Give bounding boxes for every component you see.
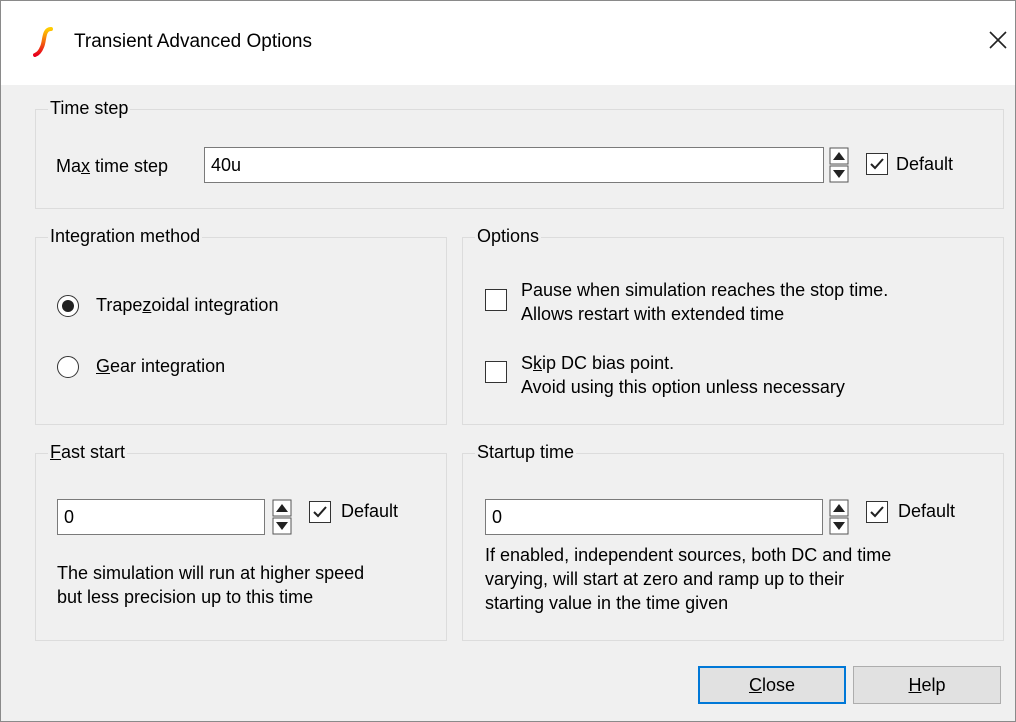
fast-start-spinner[interactable] [272,499,292,535]
fast-start-default-checkbox[interactable] [309,501,331,523]
checkmark-icon [870,506,884,518]
close-button-key: C [748,675,762,695]
trapezoidal-radio[interactable] [57,295,79,317]
title-bar: Transient Advanced Options [1,1,1015,85]
ltspice-icon [33,27,53,57]
gear-label[interactable]: Gear integration [96,356,225,377]
fast-start-input[interactable] [57,499,265,535]
skip-dc-line2: Avoid using this option unless necessary [521,377,845,397]
startup-time-default-checkbox[interactable] [866,501,888,523]
startup-time-desc-line2: varying, will start at zero and ramp up … [485,569,845,589]
fast-start-group: Fast start [35,441,447,641]
skip-dc-label[interactable]: Skip DC bias point. Avoid using this opt… [521,351,845,399]
fast-start-default-label: Default [341,501,399,521]
skip-dc-checkbox[interactable] [485,361,507,383]
pause-line2: Allows restart with extended time [521,304,785,324]
time-step-group-title: Time step [48,97,131,119]
integration-method-group-title: Integration method [48,225,203,247]
startup-time-description: If enabled, independent sources, both DC… [485,543,891,615]
options-group-title: Options [475,225,542,247]
trapezoidal-label[interactable]: Trapezoidal integration [96,295,278,316]
help-button[interactable]: Help [853,666,1001,704]
max-time-step-input[interactable] [204,147,824,183]
startup-time-default-label: Default [898,501,956,521]
checkmark-icon [313,506,327,518]
startup-time-spinner[interactable] [829,499,849,535]
max-time-step-spinner[interactable] [829,147,849,183]
fast-start-desc-line2: but less precision up to this time [57,587,314,607]
close-button-rest: lose [761,675,796,695]
checkmark-icon [870,158,884,170]
window-title: Transient Advanced Options [74,31,312,52]
startup-time-desc-line3: starting value in the time given [485,593,729,613]
dialog-window: Transient Advanced Options Time step Max… [0,0,1016,722]
startup-time-desc-line1: If enabled, independent sources, both DC… [485,545,892,565]
fast-start-group-title: Fast start [48,441,128,463]
integration-method-group: Integration method [35,225,447,425]
close-icon[interactable] [986,28,1010,52]
help-button-rest: elp [921,675,946,695]
gear-radio[interactable] [57,356,79,378]
radio-selected-dot [62,300,74,312]
max-time-step-default-label: Default [896,154,954,174]
help-button-key: H [908,675,922,695]
pause-checkbox[interactable] [485,289,507,311]
fast-start-desc-line1: The simulation will run at higher speed [57,563,365,583]
pause-line1: Pause when simulation reaches the stop t… [521,280,889,300]
startup-time-input[interactable] [485,499,823,535]
pause-label[interactable]: Pause when simulation reaches the stop t… [521,278,888,326]
skip-dc-line1: Skip DC bias point. [521,353,675,373]
max-time-step-default-checkbox[interactable] [866,153,888,175]
fast-start-description: The simulation will run at higher speed … [57,561,364,609]
max-time-step-label: Max time step [56,156,169,176]
close-button[interactable]: Close [698,666,846,704]
startup-time-group-title: Startup time [475,441,577,463]
